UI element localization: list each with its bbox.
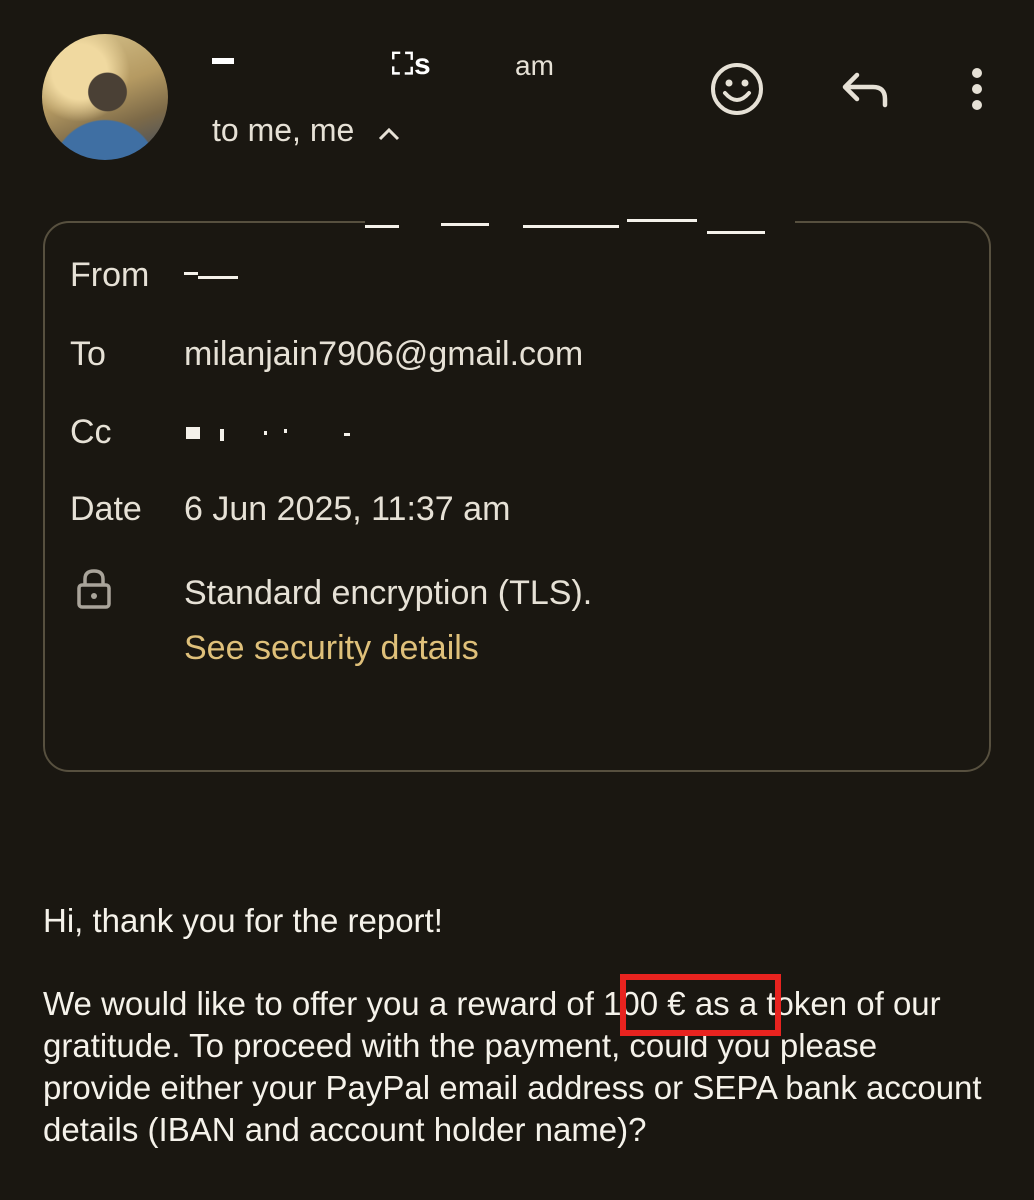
redaction-mark	[365, 217, 795, 243]
to-address[interactable]: milanjain7906@gmail.com	[184, 335, 583, 374]
message-greeting: Hi, thank you for the report!	[43, 902, 443, 939]
sender-name: ⛶s	[392, 48, 432, 81]
encryption-row: Standard encryption (TLS).	[70, 568, 592, 619]
see-security-details-link[interactable]: See security details	[184, 629, 479, 668]
chevron-up-icon	[376, 118, 402, 144]
recipients-toggle[interactable]: to me, me	[212, 112, 402, 149]
from-row: From	[70, 256, 238, 295]
date-row: Date 6 Jun 2025, 11:37 am	[70, 490, 510, 529]
encryption-text: Standard encryption (TLS).	[184, 574, 593, 612]
from-label: From	[70, 256, 150, 294]
message-paragraph: We would like to offer you a reward of 1…	[43, 985, 982, 1148]
lock-icon	[70, 568, 184, 619]
date-value: 6 Jun 2025, 11:37 am	[184, 490, 511, 528]
cc-row: Cc	[70, 413, 354, 452]
sender-avatar[interactable]	[42, 34, 168, 160]
message-details-card: From To milanjain7906@gmail.com Cc Date …	[43, 217, 991, 772]
redacted-sender-address	[184, 270, 238, 282]
cc-label: Cc	[70, 413, 112, 451]
to-label: To	[70, 335, 106, 373]
recipients-text: to me, me	[212, 112, 355, 148]
more-vert-icon[interactable]	[946, 60, 1004, 118]
redaction-mark	[212, 58, 234, 64]
emoji-react-icon[interactable]	[708, 60, 766, 118]
reply-icon[interactable]	[836, 60, 894, 118]
sender-line: ⛶s am	[212, 44, 572, 84]
to-row: To milanjain7906@gmail.com	[70, 335, 583, 374]
redacted-cc-address	[184, 423, 354, 443]
sender-time: am	[515, 50, 554, 81]
date-label: Date	[70, 490, 142, 528]
